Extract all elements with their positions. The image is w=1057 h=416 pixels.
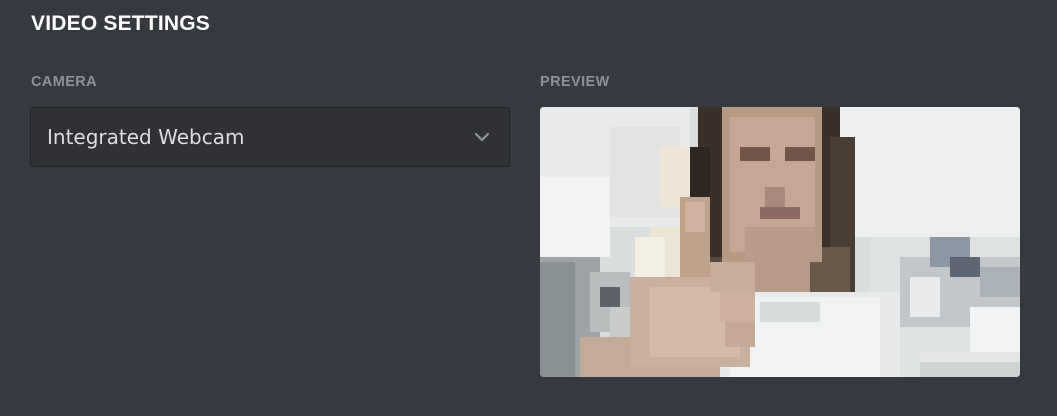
camera-select-value: Integrated Webcam bbox=[47, 125, 245, 149]
camera-select[interactable]: Integrated Webcam bbox=[30, 107, 510, 167]
camera-label: CAMERA bbox=[31, 74, 98, 90]
preview-label: PREVIEW bbox=[540, 74, 610, 90]
chevron-down-icon bbox=[473, 128, 491, 146]
camera-preview bbox=[540, 107, 1020, 377]
section-title: VIDEO SETTINGS bbox=[31, 12, 210, 35]
webcam-preview-image bbox=[540, 107, 1020, 377]
